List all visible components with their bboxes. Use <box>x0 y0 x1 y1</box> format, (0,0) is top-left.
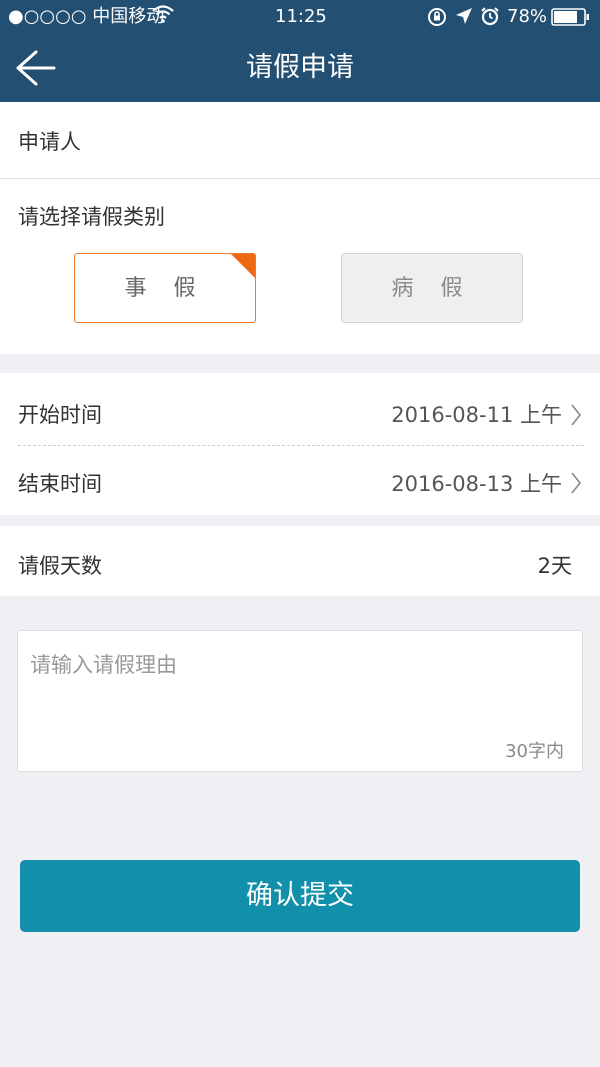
page-title: 请假申请 <box>246 52 354 83</box>
start-time-value: 2016-08-11 上午 <box>391 403 562 427</box>
selected-corner-indicator <box>231 254 255 278</box>
reason-textarea[interactable]: 请输入请假理由 30字内 <box>17 630 583 772</box>
rotation-lock-icon <box>427 7 447 33</box>
end-time-value: 2016-08-13 上午 <box>391 472 562 496</box>
end-time-row[interactable]: 结束时间 2016-08-13 上午 <box>0 446 600 515</box>
applicant-label: 申请人 <box>18 130 81 154</box>
clock-time: 11:25 <box>275 6 327 27</box>
carrier-text: ●○○○○ 中国移动 <box>8 6 165 27</box>
battery-icon <box>551 8 591 32</box>
alarm-icon <box>480 6 500 32</box>
chevron-right-icon <box>571 404 582 426</box>
leave-days-value: 2天 <box>537 554 572 578</box>
battery-percent: 78% <box>507 6 548 27</box>
reason-placeholder: 请输入请假理由 <box>30 653 177 677</box>
start-time-label: 开始时间 <box>18 403 102 427</box>
leave-days-label: 请假天数 <box>18 554 102 578</box>
personal-leave-option[interactable]: 事 假 <box>74 253 256 323</box>
wifi-icon <box>152 5 174 29</box>
location-arrow-icon <box>455 7 473 31</box>
chevron-right-icon <box>571 472 582 494</box>
leave-days-row: 请假天数 2天 <box>0 526 600 596</box>
start-time-row[interactable]: 开始时间 2016-08-11 上午 <box>0 373 600 445</box>
personal-leave-label: 事 假 <box>124 276 206 301</box>
reason-char-limit: 30字内 <box>505 741 564 762</box>
applicant-row: 申请人 <box>0 102 600 178</box>
nav-bar: 请假申请 <box>0 34 600 102</box>
sick-leave-label: 病 假 <box>391 276 473 301</box>
end-time-label: 结束时间 <box>18 472 102 496</box>
sick-leave-option[interactable]: 病 假 <box>341 253 523 323</box>
leave-type-prompt: 请选择请假类别 <box>18 205 165 229</box>
status-bar: ●○○○○ 中国移动 11:25 78% <box>0 0 600 34</box>
time-section: 开始时间 2016-08-11 上午 结束时间 2016-08-13 上午 <box>0 373 600 515</box>
submit-button[interactable]: 确认提交 <box>20 860 580 932</box>
